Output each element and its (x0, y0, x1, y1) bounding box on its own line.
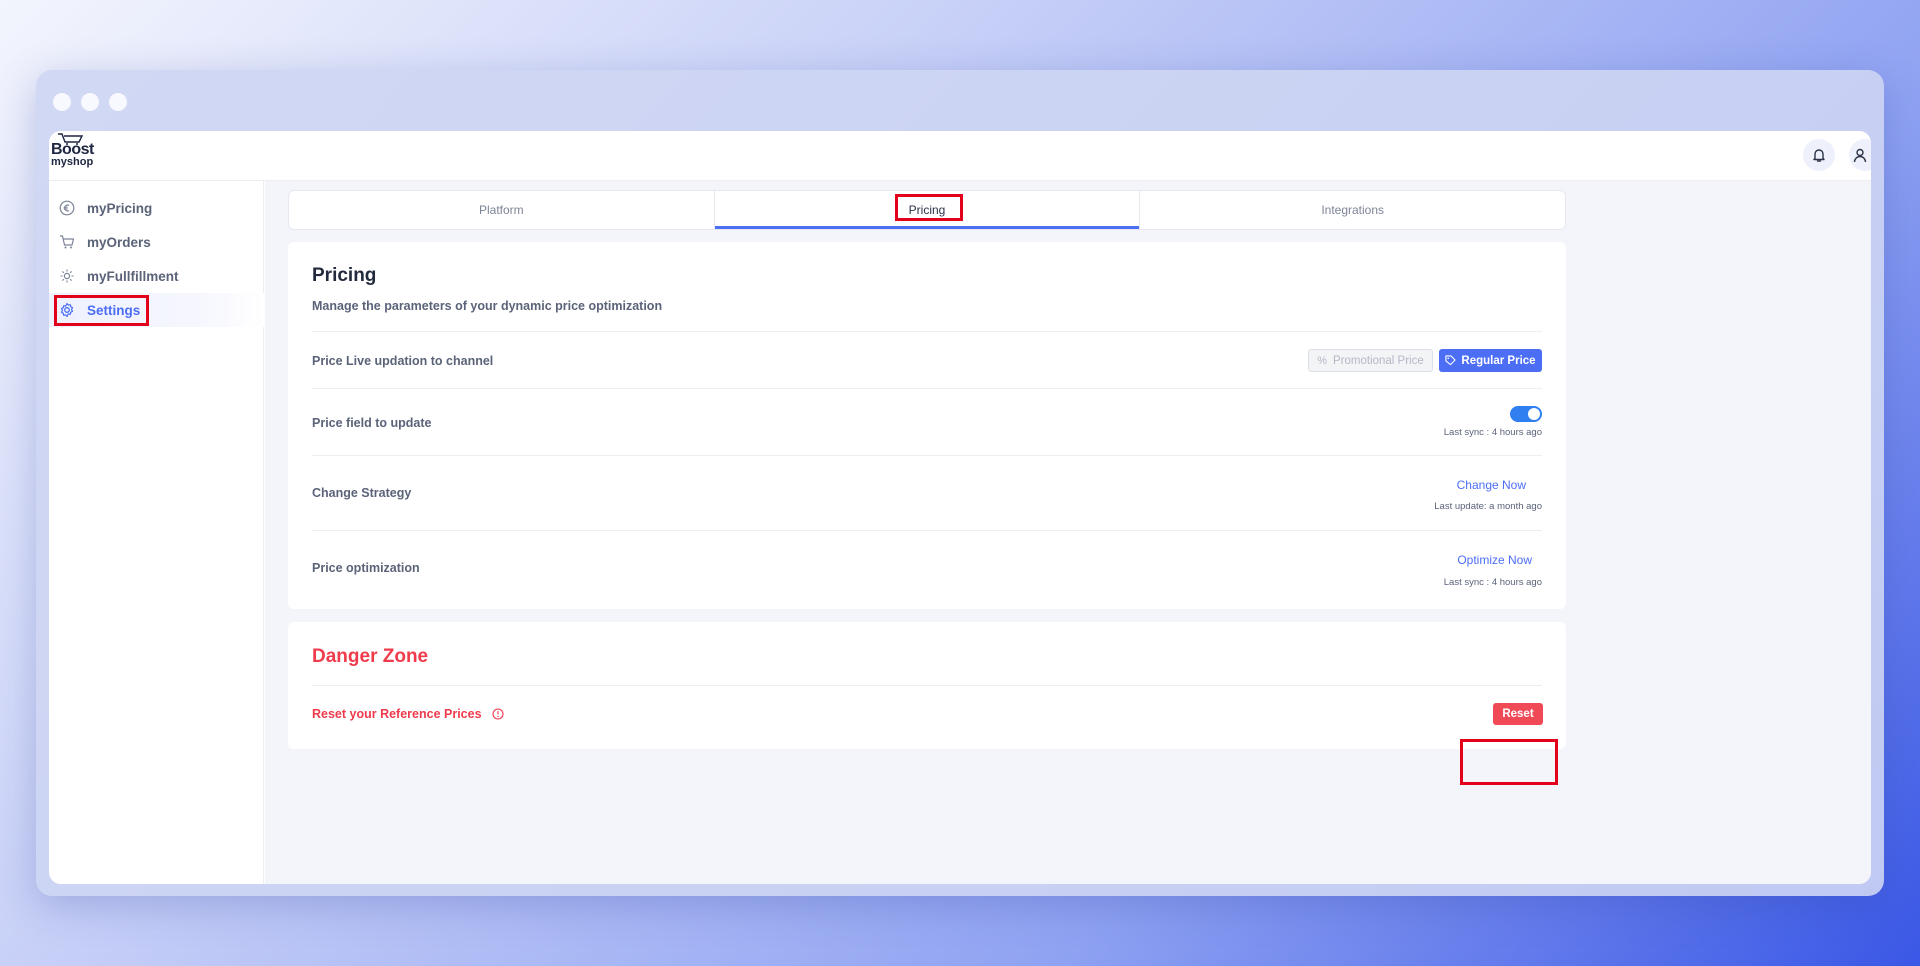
brand-logo[interactable]: Boost myshop (51, 133, 99, 173)
cart-icon (59, 234, 75, 250)
sun-icon (59, 268, 75, 284)
info-icon[interactable] (491, 708, 504, 720)
button-label: Regular Price (1461, 354, 1536, 367)
regular-price-button[interactable]: Regular Price (1439, 349, 1542, 372)
sidebar-item-label: myOrders (87, 234, 151, 250)
sidebar-item-myorders[interactable]: myOrders (49, 225, 264, 259)
danger-zone-title: Danger Zone (312, 646, 429, 667)
sidebar: myPricing myOrders myFullfillment Settin… (49, 181, 264, 884)
percent-icon: % (1317, 354, 1327, 367)
logo-text-bottom: myshop (51, 156, 94, 168)
notifications-button[interactable] (1803, 139, 1835, 171)
user-menu-button[interactable] (1849, 139, 1871, 171)
gear-icon (59, 302, 75, 318)
tab-platform[interactable]: Platform (289, 191, 715, 229)
sidebar-item-label: myPricing (87, 200, 153, 216)
reset-label-text: Reset your Reference Prices (312, 707, 482, 721)
reset-reference-label: Reset your Reference Prices (312, 707, 504, 721)
page-subtitle: Manage the parameters of your dynamic pr… (312, 299, 663, 313)
button-label: Promotional Price (1333, 354, 1424, 367)
main-content: Platform Pricing Integrations Pricing Ma… (265, 181, 1871, 884)
row-live-update: Price Live updation to channel % Promoti… (312, 331, 1542, 388)
bell-icon (1813, 149, 1825, 162)
sidebar-item-mypricing[interactable]: myPricing (49, 191, 264, 225)
danger-divider (312, 685, 1542, 686)
row-change-strategy: Change Strategy Change Now Last update: … (312, 455, 1542, 530)
row-label: Price optimization (312, 561, 420, 575)
browser-window: Boost myshop myPricing myOrders myFullfi… (36, 70, 1884, 896)
tab-integrations[interactable]: Integrations (1140, 191, 1565, 229)
last-sync-text: Last sync : 4 hours ago (1443, 427, 1542, 438)
row-price-optimization: Price optimization Optimize Now Last syn… (312, 530, 1542, 609)
change-now-link[interactable]: Change Now (1457, 478, 1526, 492)
user-icon (1853, 148, 1867, 163)
tab-pricing[interactable]: Pricing (714, 191, 1141, 229)
page-title: Pricing (312, 265, 377, 286)
optimize-now-link[interactable]: Optimize Now (1457, 553, 1532, 567)
pricing-card: Pricing Manage the parameters of your dy… (288, 242, 1566, 609)
sidebar-item-label: myFullfillment (87, 268, 179, 284)
promotional-price-button[interactable]: % Promotional Price (1308, 349, 1433, 372)
row-label: Price field to update (312, 416, 432, 430)
row-label: Price Live updation to channel (312, 354, 494, 368)
window-dot-maximize[interactable] (109, 93, 127, 111)
reset-button[interactable]: Reset (1493, 703, 1543, 725)
settings-tabs: Platform Pricing Integrations (288, 190, 1566, 230)
sidebar-item-settings[interactable]: Settings (49, 293, 264, 327)
danger-zone-card: Danger Zone Reset your Reference Prices … (288, 622, 1566, 749)
sidebar-item-label: Settings (87, 302, 141, 318)
app-container: Boost myshop myPricing myOrders myFullfi… (49, 131, 1871, 884)
last-sync-text: Last sync : 4 hours ago (1443, 577, 1542, 588)
row-label: Change Strategy (312, 486, 412, 500)
window-dot-close[interactable] (53, 93, 71, 111)
top-bar: Boost myshop (49, 131, 1871, 181)
price-field-toggle[interactable] (1510, 406, 1542, 422)
row-price-field: Price field to update Last sync : 4 hour… (312, 388, 1542, 455)
last-update-text: Last update: a month ago (1434, 501, 1542, 512)
sidebar-item-myfullfillment[interactable]: myFullfillment (49, 259, 264, 293)
window-dot-minimize[interactable] (81, 93, 99, 111)
tag-icon (1445, 355, 1457, 366)
euro-icon (59, 200, 75, 216)
